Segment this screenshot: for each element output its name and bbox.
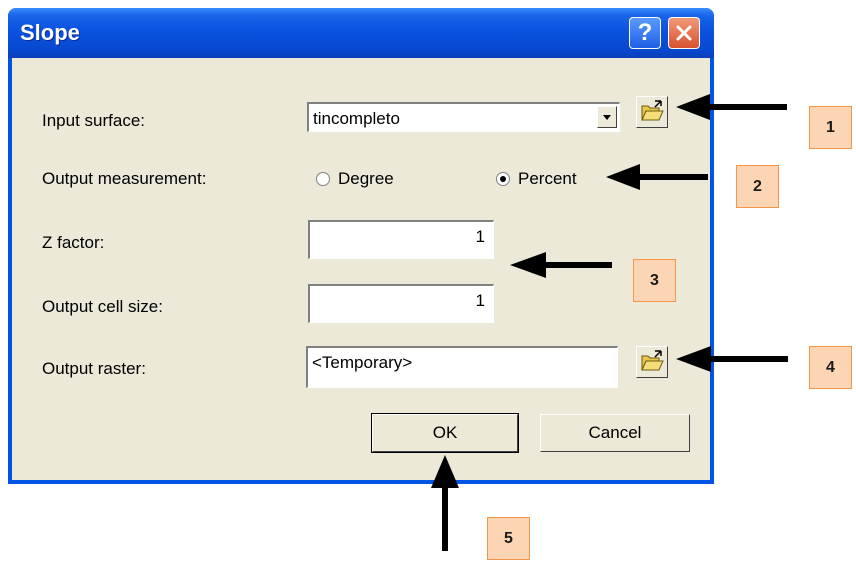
callout-2: 2 xyxy=(736,165,779,208)
arrow-1 xyxy=(676,94,787,120)
arrow-4 xyxy=(676,346,788,372)
callout-3: 3 xyxy=(633,259,676,302)
arrow-5 xyxy=(431,455,459,551)
annotation-arrows xyxy=(431,94,788,551)
arrow-2 xyxy=(606,164,708,190)
callout-5: 5 xyxy=(487,517,530,560)
callout-1: 1 xyxy=(809,106,852,149)
callout-4: 4 xyxy=(809,346,852,389)
arrow-3 xyxy=(510,252,612,278)
